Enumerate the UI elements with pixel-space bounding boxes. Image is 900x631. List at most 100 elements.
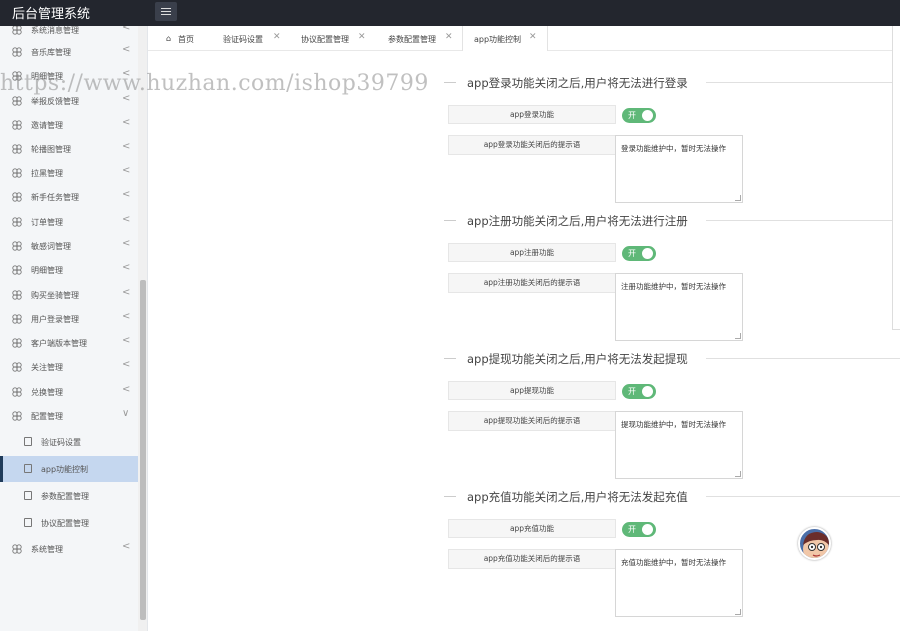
sidebar-item-label: 音乐库管理 [31, 48, 71, 57]
sidebar-item-label: 邀请管理 [31, 121, 63, 130]
hint-textarea[interactable]: 登录功能维护中，暂时无法操作 [615, 135, 743, 203]
clover-icon [12, 387, 22, 397]
sidebar-item[interactable]: 兑换管理 < [0, 380, 138, 404]
tab-param-config[interactable]: 参数配置管理 ✕ [385, 26, 463, 51]
section-title-text: app充值功能关闭之后,用户将无法发起充值 [467, 490, 688, 504]
close-icon[interactable]: ✕ [273, 32, 281, 42]
sidebar-item[interactable]: 订单管理 < [0, 210, 138, 234]
sidebar-item-label: 系统消息管理 [31, 26, 79, 35]
feature-toggle[interactable]: 开 [622, 246, 656, 261]
tab-label: 验证码设置 [223, 35, 263, 44]
sidebar-subitem[interactable]: app功能控制 [0, 456, 138, 482]
toggle-knob [642, 248, 653, 259]
hint-textarea[interactable]: 充值功能维护中，暂时无法操作 [615, 549, 743, 617]
document-icon [24, 491, 32, 500]
chevron-icon: < [122, 335, 131, 346]
resize-grip-icon[interactable] [735, 471, 741, 477]
sidebar-item[interactable]: 用户登录管理 < [0, 307, 138, 331]
sidebar-item[interactable]: 配置管理 ∨ [0, 404, 138, 428]
app-title: 后台管理系统 [12, 7, 91, 22]
hint-label: app充值功能关闭后的提示语 [448, 549, 616, 569]
close-icon[interactable]: ✕ [358, 32, 366, 42]
document-icon [24, 464, 32, 473]
sidebar-item[interactable]: 新手任务管理 < [0, 185, 138, 209]
tab-agreement-config[interactable]: 协议配置管理 ✕ [298, 26, 376, 51]
resize-grip-icon[interactable] [735, 333, 741, 339]
sidebar-subitem-label: 协议配置管理 [41, 519, 89, 528]
toggle-knob [642, 110, 653, 121]
sidebar-item[interactable]: 敏感词管理 < [0, 234, 138, 258]
section-title-text: app注册功能关闭之后,用户将无法进行注册 [467, 214, 688, 228]
sidebar-subitem[interactable]: 验证码设置 [0, 429, 138, 455]
clover-icon [12, 241, 22, 251]
tab-label: 协议配置管理 [301, 35, 349, 44]
sidebar-item[interactable]: 轮播图管理 < [0, 137, 138, 161]
toggle-knob [642, 524, 653, 535]
feature-toggle[interactable]: 开 [622, 108, 656, 123]
watermark-text: https://www.huzhan.com/ishop39799 [0, 71, 429, 96]
section-title: app注册功能关闭之后,用户将无法进行注册 [444, 210, 900, 230]
toggle-text: 开 [628, 387, 636, 396]
section-title: app充值功能关闭之后,用户将无法发起充值 [444, 486, 900, 506]
hint-value: 注册功能维护中，暂时无法操作 [621, 282, 726, 291]
resize-grip-icon[interactable] [735, 195, 741, 201]
sidebar-item[interactable]: 购买坐骑管理 < [0, 283, 138, 307]
sidebar-item[interactable]: 关注管理 < [0, 355, 138, 379]
clover-icon [12, 265, 22, 275]
tab-bar: ⌂ 首页 验证码设置 ✕ 协议配置管理 ✕ 参数配置管理 ✕ app功能控制 ✕ [148, 26, 900, 52]
sidebar-item[interactable]: 音乐库管理 < [0, 40, 138, 64]
sidebar-item-label: 购买坐骑管理 [31, 291, 79, 300]
sidebar-scrollbar[interactable] [138, 26, 147, 631]
sidebar-item-system[interactable]: 系统管理 < [0, 537, 138, 561]
hint-label: app注册功能关闭后的提示语 [448, 273, 616, 293]
hint-textarea[interactable]: 提现功能维护中，暂时无法操作 [615, 411, 743, 479]
sidebar: 系统消息管理 < 音乐库管理 < 明细管理 < 举报反馈管理 < 邀请管理 < 轮播图管理 < 拉黑管理… [0, 26, 148, 631]
tab-app-function-control[interactable]: app功能控制 ✕ [462, 26, 548, 52]
hamburger-icon[interactable] [155, 2, 177, 21]
clover-icon [12, 338, 22, 348]
toggle-text: 开 [628, 249, 636, 258]
sidebar-item-label: 明细管理 [31, 266, 63, 275]
sidebar-item-label: 用户登录管理 [31, 315, 79, 324]
sidebar-subitem[interactable]: 参数配置管理 [0, 483, 138, 509]
chevron-icon: < [122, 189, 131, 200]
hint-textarea[interactable]: 注册功能维护中，暂时无法操作 [615, 273, 743, 341]
sidebar-item-label: 拉黑管理 [31, 169, 63, 178]
chevron-icon: < [122, 117, 131, 128]
sidebar-subitem-label: 参数配置管理 [41, 492, 89, 501]
tab-home[interactable]: ⌂ 首页 [164, 26, 212, 51]
sidebar-item-label: 客户端版本管理 [31, 339, 87, 348]
chevron-icon: < [122, 384, 131, 395]
chevron-icon: < [122, 541, 131, 552]
clover-icon [12, 544, 22, 554]
close-icon[interactable]: ✕ [529, 32, 537, 42]
feature-toggle[interactable]: 开 [622, 522, 656, 537]
sidebar-item-label: 轮播图管理 [31, 145, 71, 154]
sidebar-item-label: 兑换管理 [31, 388, 63, 397]
top-bar: 后台管理系统 [0, 0, 900, 26]
scrollbar-thumb[interactable] [140, 280, 146, 620]
sidebar-subitem[interactable]: 协议配置管理 [0, 510, 138, 536]
home-icon: ⌂ [166, 34, 172, 43]
resize-grip-icon[interactable] [735, 609, 741, 615]
switch-label: app登录功能 [448, 105, 616, 124]
tab-captcha-settings[interactable]: 验证码设置 ✕ [220, 26, 290, 51]
clover-icon [12, 192, 22, 202]
section-title-text: app提现功能关闭之后,用户将无法发起提现 [467, 352, 688, 366]
sidebar-item[interactable]: 客户端版本管理 < [0, 331, 138, 355]
tab-label: app功能控制 [474, 35, 522, 44]
toggle-text: 开 [628, 111, 636, 120]
right-side-panel [892, 26, 900, 330]
sidebar-item[interactable]: 拉黑管理 < [0, 161, 138, 185]
clover-icon [12, 168, 22, 178]
floating-avatar[interactable] [798, 527, 831, 560]
chevron-icon: < [122, 26, 131, 33]
sidebar-item[interactable]: 明细管理 < [0, 258, 138, 282]
chevron-icon: < [122, 287, 131, 298]
sidebar-item[interactable]: 邀请管理 < [0, 113, 138, 137]
clover-icon [12, 47, 22, 57]
feature-toggle[interactable]: 开 [622, 384, 656, 399]
clover-icon [12, 362, 22, 372]
close-icon[interactable]: ✕ [445, 32, 453, 42]
sidebar-item-label: 系统管理 [31, 545, 63, 554]
